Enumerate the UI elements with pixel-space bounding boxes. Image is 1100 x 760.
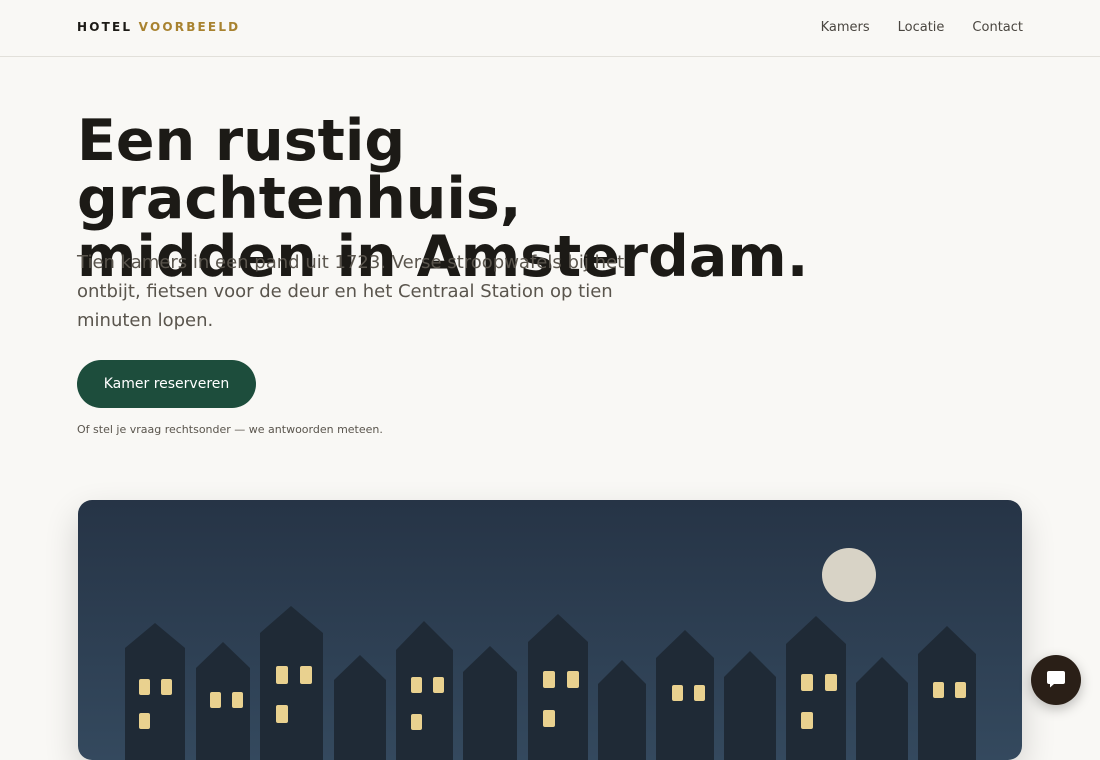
brand-name-accent: VOORBEELD: [138, 20, 241, 34]
window: [825, 674, 837, 691]
window: [139, 713, 150, 729]
window: [694, 685, 705, 701]
window: [161, 679, 172, 695]
window: [672, 685, 683, 701]
page-title-line-1: Een rustig grachtenhuis,: [77, 108, 522, 232]
window: [232, 692, 243, 708]
brand-logo[interactable]: HOTEL VOORBEELD: [77, 20, 240, 34]
moon-icon: [822, 548, 876, 602]
window: [801, 712, 813, 729]
window: [411, 677, 422, 693]
hero-illustration: [78, 500, 1022, 760]
window: [276, 705, 288, 723]
window: [955, 682, 966, 698]
nav-link-locatie[interactable]: Locatie: [898, 20, 945, 35]
chat-launcher-button[interactable]: [1031, 655, 1081, 705]
window: [411, 714, 422, 730]
window: [300, 666, 312, 684]
top-bar: HOTEL VOORBEELD Kamers Locatie Contact: [0, 0, 1100, 57]
window: [801, 674, 813, 691]
nav-link-contact[interactable]: Contact: [972, 20, 1023, 35]
main-nav: Kamers Locatie Contact: [821, 20, 1023, 35]
brand-name: HOTEL: [77, 20, 133, 34]
canal-house: [125, 623, 185, 760]
nav-link-kamers[interactable]: Kamers: [821, 20, 870, 35]
canal-houses-illustration: [78, 500, 1022, 760]
canal-house: [396, 621, 453, 760]
window: [433, 677, 444, 693]
chat-bubble-icon: [1045, 668, 1067, 693]
window: [567, 671, 579, 688]
canal-house: [528, 614, 588, 760]
hero-lead-text: Tien kamers in een pand uit 1723. Verse …: [77, 252, 625, 331]
window: [276, 666, 288, 684]
window: [543, 671, 555, 688]
window: [933, 682, 944, 698]
canal-house: [260, 606, 323, 760]
book-room-button[interactable]: Kamer reserveren: [77, 360, 256, 408]
chat-hint-text: Of stel je vraag rechtsonder — we antwoo…: [77, 423, 383, 436]
canal-house: [918, 626, 976, 760]
window: [210, 692, 221, 708]
window: [543, 710, 555, 727]
window: [139, 679, 150, 695]
